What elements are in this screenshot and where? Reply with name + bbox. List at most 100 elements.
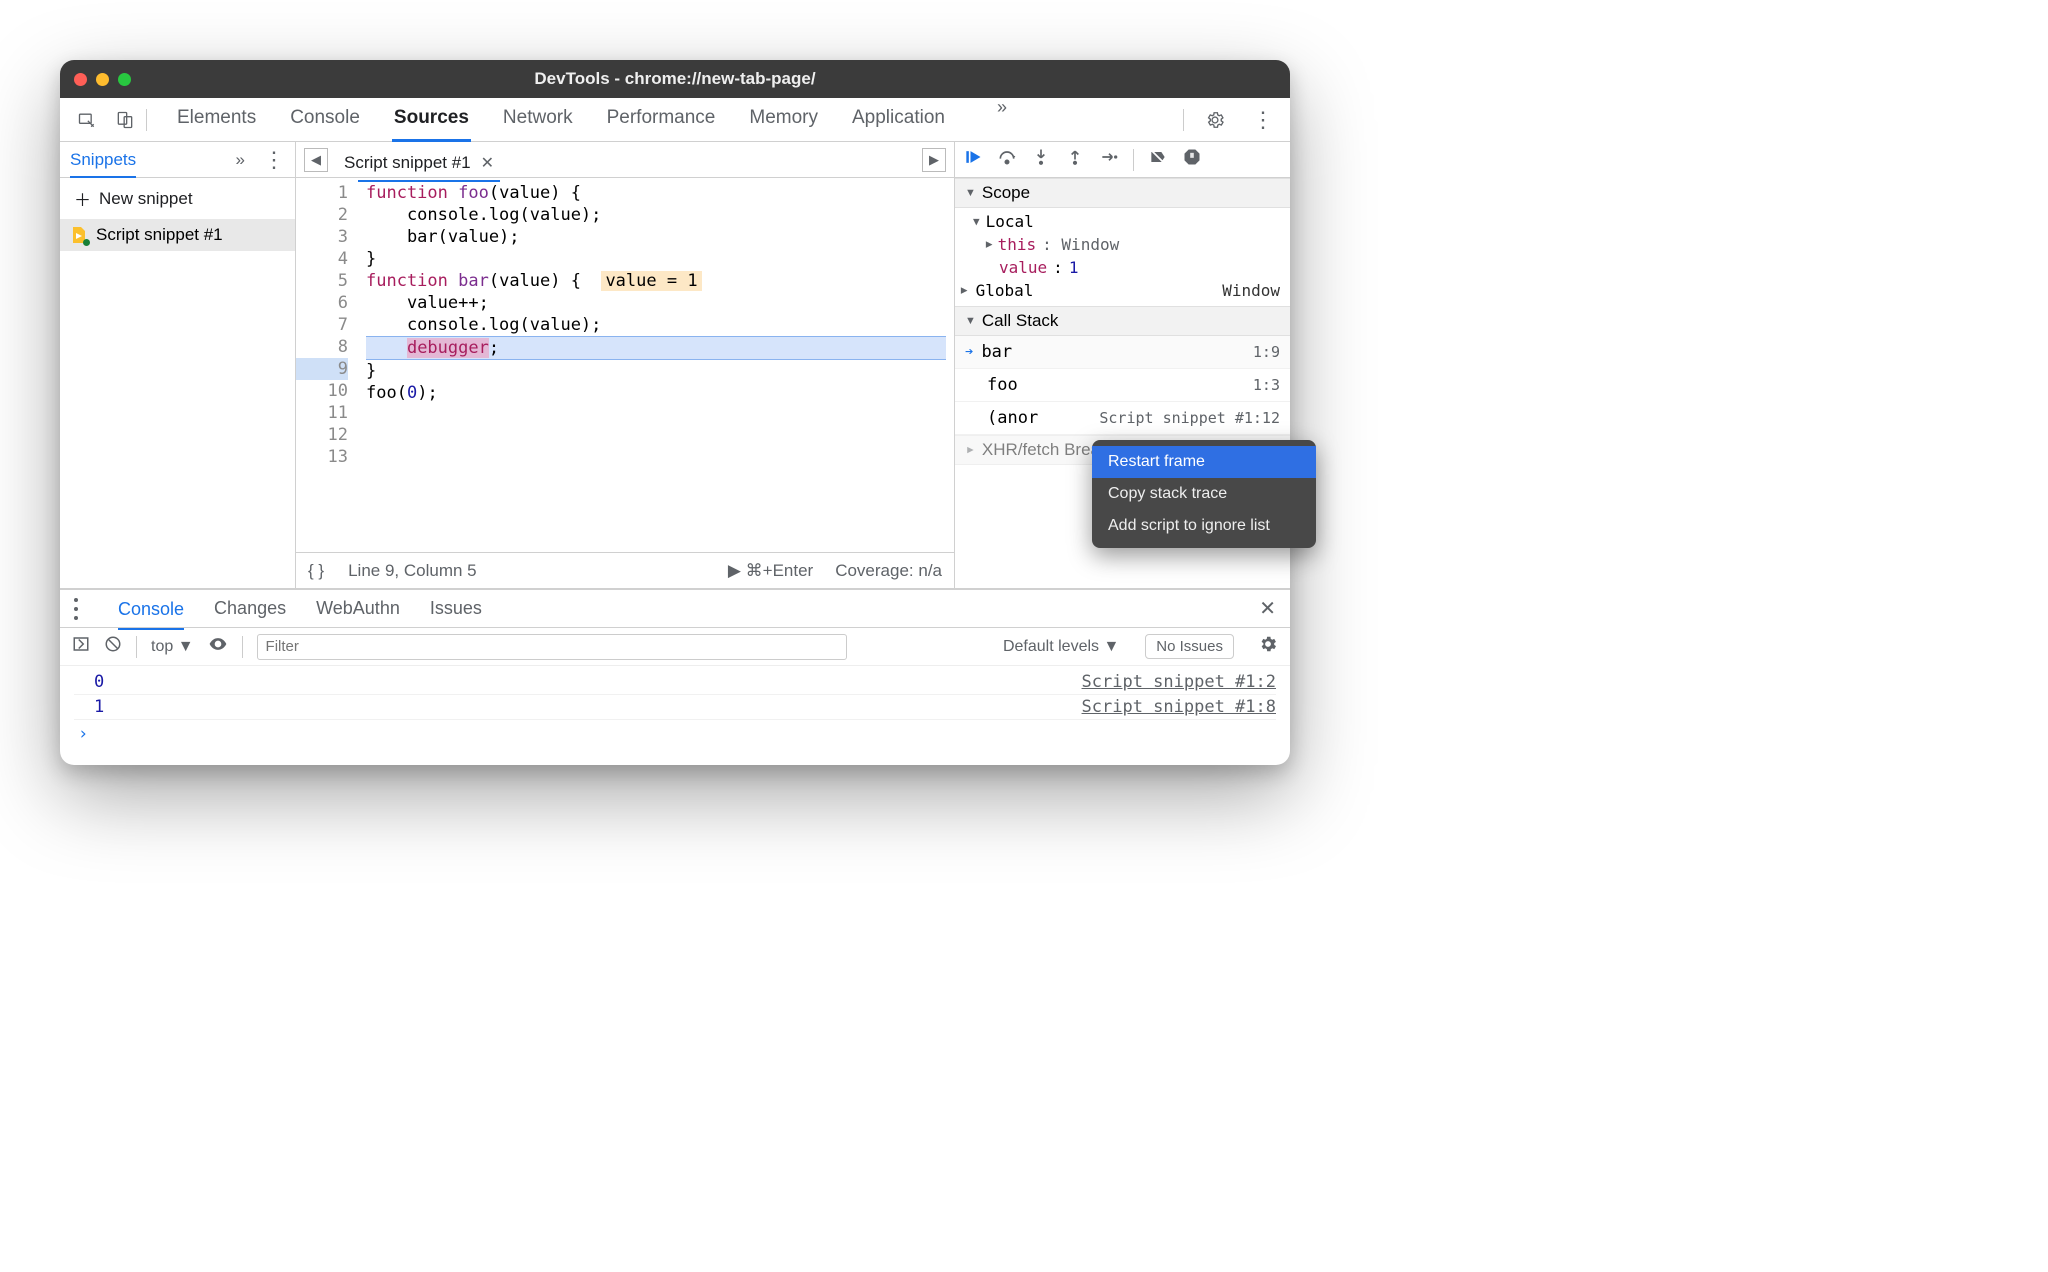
file-tab[interactable]: Script snippet #1 ✕ <box>338 146 500 182</box>
line-gutter: 12345678 910111213 <box>296 178 358 552</box>
t: value++; <box>366 292 946 314</box>
clear-console-icon[interactable] <box>104 635 122 658</box>
console-sidebar-icon[interactable] <box>72 635 90 658</box>
deactivate-breakpoints-icon[interactable] <box>1148 147 1168 172</box>
tab-sources[interactable]: Sources <box>392 97 471 142</box>
code-editor[interactable]: 12345678 910111213 function foo(value) {… <box>296 178 954 552</box>
scope-body: ▼Local ▼this: Window value: 1 ▼GlobalWin… <box>955 208 1290 306</box>
t: : <box>1053 258 1063 277</box>
console-settings-icon[interactable] <box>1258 634 1278 659</box>
t: Local <box>986 212 1034 231</box>
console-row[interactable]: 1 Script snippet #1:8 <box>74 695 1276 720</box>
t: function <box>366 183 448 203</box>
close-window[interactable] <box>74 73 87 86</box>
t: this <box>998 235 1037 254</box>
step-out-icon[interactable] <box>1065 147 1085 172</box>
file-tab-label: Script snippet #1 <box>344 153 471 173</box>
kebab-menu-icon[interactable]: ⋮ <box>1246 103 1280 137</box>
t: (value) { <box>489 183 581 203</box>
t: 0 <box>407 383 417 403</box>
t: } <box>366 248 946 270</box>
ctx-copy-stack-trace[interactable]: Copy stack trace <box>1092 478 1316 510</box>
tab-application[interactable]: Application <box>850 97 947 142</box>
drawer-tab-issues[interactable]: Issues <box>430 598 482 619</box>
editor-statusbar: { } Line 9, Column 5 ▶ ⌘+Enter Coverage:… <box>296 552 954 588</box>
drawer-tab-webauthn[interactable]: WebAuthn <box>316 598 400 619</box>
debugger-controls <box>955 142 1290 178</box>
t: bar(value); <box>366 226 946 248</box>
snippet-list-item[interactable]: Script snippet #1 <box>60 219 295 251</box>
more-nav-tabs-icon[interactable]: » <box>236 150 245 170</box>
scope-local[interactable]: ▼Local <box>955 210 1290 233</box>
frame-loc: 1:3 <box>1253 376 1280 394</box>
log-source[interactable]: Script snippet #1:8 <box>1082 697 1276 717</box>
tab-console[interactable]: Console <box>288 97 362 142</box>
pause-exceptions-icon[interactable] <box>1182 147 1202 172</box>
t: bar <box>448 271 489 291</box>
separator <box>1183 109 1184 131</box>
coverage-label: Coverage: n/a <box>835 561 942 581</box>
scope-value[interactable]: value: 1 <box>955 256 1290 279</box>
scope-header[interactable]: ▼Scope <box>955 178 1290 208</box>
log-levels-selector[interactable]: Default levels ▼ <box>1003 638 1119 656</box>
t: ); <box>417 383 437 403</box>
ctx-ignore-list[interactable]: Add script to ignore list <box>1092 510 1316 542</box>
settings-icon[interactable] <box>1198 103 1232 137</box>
ctx-restart-frame[interactable]: Restart frame <box>1092 446 1316 478</box>
callstack-header[interactable]: ▼Call Stack <box>955 306 1290 336</box>
drawer-tab-console[interactable]: Console <box>118 599 184 630</box>
stack-frame[interactable]: foo1:3 <box>955 369 1290 402</box>
step-over-icon[interactable] <box>997 147 1017 172</box>
run-snippet-button[interactable]: ▶ ⌘+Enter <box>728 561 813 581</box>
pretty-print-icon[interactable]: { } <box>308 561 324 581</box>
device-toggle-icon[interactable] <box>108 103 142 137</box>
editor-pane: ◀ Script snippet #1 ✕ ▶ 12345678 9101112… <box>296 142 954 588</box>
context-selector[interactable]: top ▼ <box>151 638 194 656</box>
t: } <box>366 360 946 382</box>
resume-icon[interactable] <box>963 147 983 172</box>
navigator-menu-icon[interactable]: ⋮ <box>263 147 285 173</box>
frame-fn: (anor <box>987 408 1038 428</box>
console-row[interactable]: 0Script snippet #1:2 <box>74 670 1276 695</box>
t: Window <box>1222 281 1280 300</box>
more-tabs-icon[interactable]: » <box>997 97 1007 142</box>
zoom-window[interactable] <box>118 73 131 86</box>
inspect-icon[interactable] <box>70 103 104 137</box>
issues-button[interactable]: No Issues <box>1145 634 1234 659</box>
nav-fwd-icon[interactable]: ▶ <box>922 148 946 172</box>
t: (value) { <box>489 271 602 291</box>
tab-elements[interactable]: Elements <box>175 97 258 142</box>
stack-frame[interactable]: ➔bar1:9 <box>955 336 1290 369</box>
close-drawer-icon[interactable]: ✕ <box>1259 596 1276 621</box>
t: top <box>151 638 173 655</box>
separator <box>136 636 137 658</box>
t: Global <box>976 281 1034 300</box>
separator <box>242 636 243 658</box>
devtools-window: DevTools - chrome://new-tab-page/ Elemen… <box>60 60 1290 765</box>
new-snippet-button[interactable]: ＋ New snippet <box>60 178 295 219</box>
log-source[interactable]: Script snippet #1:2 <box>1082 672 1276 692</box>
tab-performance[interactable]: Performance <box>605 97 718 142</box>
scope-title: Scope <box>982 183 1030 203</box>
close-tab-icon[interactable]: ✕ <box>481 153 494 173</box>
minimize-window[interactable] <box>96 73 109 86</box>
step-into-icon[interactable] <box>1031 147 1051 172</box>
live-expression-icon[interactable] <box>208 634 228 659</box>
drawer-tab-changes[interactable]: Changes <box>214 598 286 619</box>
scope-global[interactable]: ▼GlobalWindow <box>955 279 1290 302</box>
nav-back-icon[interactable]: ◀ <box>304 148 328 172</box>
step-icon[interactable] <box>1099 147 1119 172</box>
traffic-lights <box>74 73 131 86</box>
stack-frame[interactable]: (anorScript snippet #1:12 <box>955 402 1290 435</box>
log-value: 1 <box>74 697 104 717</box>
drawer-menu-icon[interactable] <box>74 598 80 620</box>
t: ; <box>489 338 499 358</box>
navigator-tab-snippets[interactable]: Snippets <box>70 150 136 178</box>
tab-memory[interactable]: Memory <box>747 97 820 142</box>
console-filter-input[interactable] <box>257 634 847 660</box>
snippet-name: Script snippet #1 <box>96 225 223 245</box>
scope-this[interactable]: ▼this: Window <box>955 233 1290 256</box>
console-prompt[interactable]: › <box>74 720 1276 744</box>
tab-network[interactable]: Network <box>501 97 575 142</box>
code-lines: function foo(value) { console.log(value)… <box>358 178 954 552</box>
